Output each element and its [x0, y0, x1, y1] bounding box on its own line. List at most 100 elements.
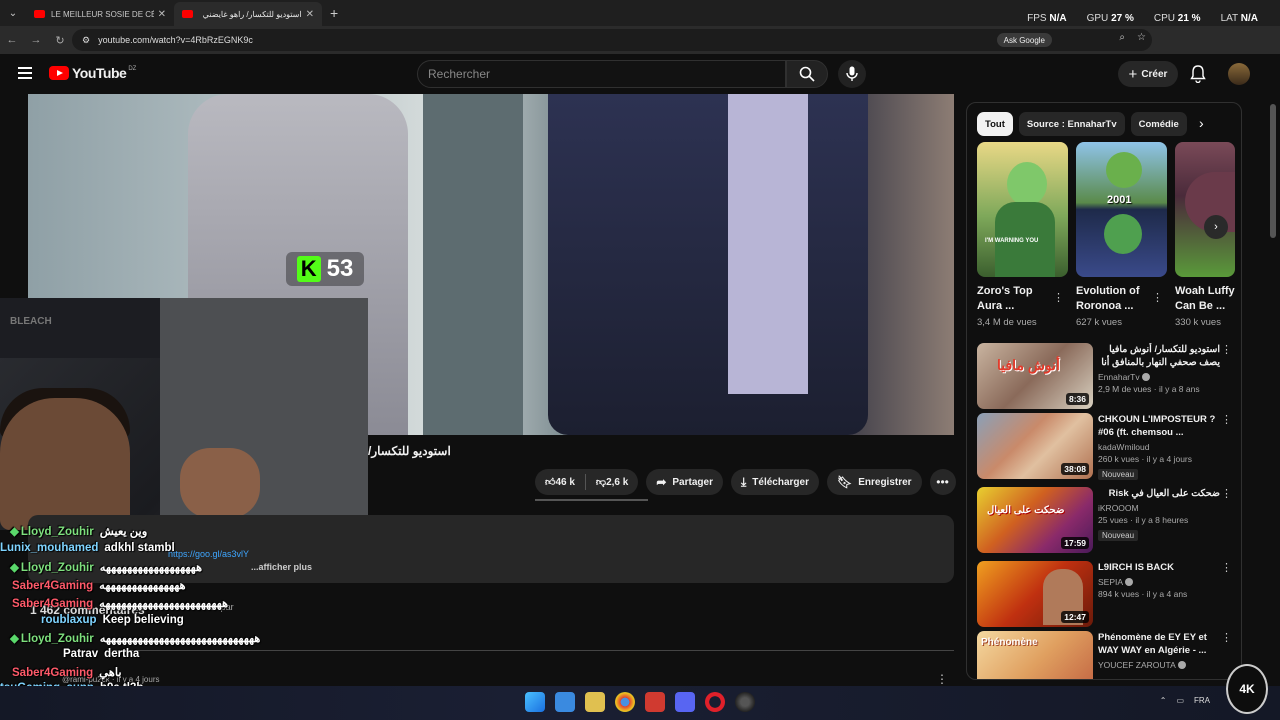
kick-logo-icon: K: [296, 256, 321, 282]
subscriber-badge-icon: ◆: [10, 562, 19, 574]
recommended-video[interactable]: Phénomène Phénomène de EY EY et WAY WAY …: [977, 631, 1237, 679]
new-tab-button[interactable]: +: [330, 5, 338, 21]
short-item[interactable]: Woah Luffy Can Be ... 330 k vues: [1175, 142, 1235, 328]
chrome-icon[interactable]: [615, 692, 635, 712]
close-icon[interactable]: ✕: [306, 9, 314, 20]
back-icon[interactable]: ←: [0, 34, 24, 46]
ask-google-button[interactable]: Ask Google: [996, 33, 1052, 47]
bookmark-star-icon[interactable]: ☆: [1137, 32, 1146, 43]
share-button[interactable]: ➦ Partager: [646, 469, 723, 495]
notifications-bell-icon[interactable]: [1190, 65, 1206, 88]
video-menu-icon[interactable]: ⋮: [1221, 343, 1232, 356]
search-button[interactable]: [786, 60, 828, 88]
video-menu-icon[interactable]: ⋮: [1221, 487, 1232, 500]
opera-icon[interactable]: [705, 692, 725, 712]
description-link[interactable]: https://goo.gl/as3vlY: [168, 549, 249, 559]
video-frame-shirt: [728, 94, 808, 394]
short-thumbnail[interactable]: 2001: [1076, 142, 1167, 277]
video-title[interactable]: CHKOUN L'IMPOSTEUR ? #06 (ft. chemsou ..…: [1098, 413, 1220, 439]
browser-tab-2[interactable]: استوديو للتكسار/ راهو غايضني ✕: [174, 2, 322, 26]
obs-icon[interactable]: [735, 692, 755, 712]
recommended-video[interactable]: أنوش مافيا 8:36 استوديو للتكسار/ أنوش ما…: [977, 343, 1237, 409]
dislike-button[interactable]: 👎︎ 2,6 k: [586, 476, 638, 489]
youtube-header: YouTube DZ Rechercher + Créer: [0, 54, 1280, 94]
short-thumbnail[interactable]: I'M WARNING YOU: [977, 142, 1068, 277]
streamer-webcam-overlay: BLEACH: [0, 298, 368, 530]
verified-icon: [1125, 578, 1134, 586]
recommended-video[interactable]: 12:47 L9IRCH IS BACK SEPIA 894 k vues · …: [977, 561, 1237, 627]
video-menu-icon[interactable]: ⋮: [1221, 631, 1232, 644]
chat-text: باهي: [99, 667, 122, 679]
browser-tab-1[interactable]: LE MEILLEUR SOSIE DE CÉLÉBR ✕: [26, 2, 174, 26]
chat-message: Saber4Gaming باهي: [12, 665, 122, 679]
channel-name[interactable]: YOUCEF ZAROUTA: [1098, 660, 1220, 670]
chevron-right-icon[interactable]: ›: [1199, 115, 1204, 131]
short-title[interactable]: Evolution of Roronoa ...: [1076, 284, 1148, 314]
tray-chevron-icon[interactable]: ⌃: [1160, 696, 1167, 705]
app-icon[interactable]: [645, 692, 665, 712]
folder-icon[interactable]: [585, 692, 605, 712]
short-item[interactable]: I'M WARNING YOU Zoro's Top Aura ... 3,4 …: [977, 142, 1068, 328]
video-title[interactable]: استوديو للتكسار/ أنوش مافيا يصف صحفي الن…: [1098, 343, 1220, 369]
start-icon[interactable]: [525, 692, 545, 712]
discord-icon[interactable]: [675, 692, 695, 712]
menu-icon[interactable]: [18, 67, 32, 79]
video-thumbnail[interactable]: 38:08: [977, 413, 1093, 479]
url-input[interactable]: ⚙ youtube.com/watch?v=4RbRzEGNK9c Ask Go…: [72, 29, 1152, 51]
recommended-video[interactable]: ضحكت على العيال 17:59 ضحكت على العيال في…: [977, 487, 1237, 553]
chip-source[interactable]: Source : EnnaharTv: [1018, 112, 1125, 136]
short-title[interactable]: Woah Luffy Can Be ...: [1175, 284, 1237, 314]
short-menu-icon[interactable]: ⋮: [1053, 291, 1064, 304]
subscriber-badge-icon: ◆: [10, 526, 19, 538]
channel-name[interactable]: EnnaharTv: [1098, 372, 1220, 382]
chip-all[interactable]: Tout: [977, 112, 1013, 136]
video-menu-icon[interactable]: ⋮: [1221, 413, 1232, 426]
channel-name[interactable]: kadaWmiloud: [1098, 442, 1220, 452]
recommended-video[interactable]: 38:08 CHKOUN L'IMPOSTEUR ? #06 (ft. chem…: [977, 413, 1237, 480]
add-comment-input[interactable]: [108, 650, 954, 651]
zoom-icon[interactable]: ⌕: [1119, 32, 1125, 43]
video-title[interactable]: ضحكت على العيال في Risk: [1098, 487, 1220, 500]
video-thumbnail[interactable]: ضحكت على العيال 17:59: [977, 487, 1093, 553]
short-title[interactable]: Zoro's Top Aura ...: [977, 284, 1049, 314]
reload-icon[interactable]: ↻: [48, 34, 72, 47]
account-avatar[interactable]: [1228, 63, 1250, 85]
forward-icon[interactable]: →: [24, 34, 48, 46]
video-thumbnail[interactable]: أنوش مافيا 8:36: [977, 343, 1093, 409]
show-more-button[interactable]: ...afficher plus: [251, 562, 312, 572]
site-info-icon[interactable]: ⚙: [82, 35, 90, 46]
tab-search-button[interactable]: ⌄: [0, 0, 26, 26]
channel-watermark-logo: 4K: [1226, 664, 1268, 714]
shorts-next-button[interactable]: ›: [1204, 215, 1228, 239]
video-menu-icon[interactable]: ⋮: [1221, 561, 1232, 574]
file-explorer-icon[interactable]: [555, 692, 575, 712]
comment-menu-button[interactable]: ⋮: [936, 672, 948, 686]
short-item[interactable]: 2001 Evolution of Roronoa ... 627 k vues…: [1076, 142, 1167, 328]
url-text: youtube.com/watch?v=4RbRzEGNK9c: [98, 35, 253, 45]
like-dislike-group: 👍︎ 46 k 👎︎ 2,6 k: [535, 469, 639, 495]
youtube-logo[interactable]: YouTube DZ: [49, 65, 136, 81]
video-thumbnail[interactable]: Phénomène: [977, 631, 1093, 679]
more-actions-button[interactable]: •••: [929, 469, 956, 495]
video-meta: 260 k vues · il y a 4 jours: [1098, 454, 1193, 464]
create-button[interactable]: + Créer: [1118, 61, 1178, 87]
save-button[interactable]: 🔖︎ Enregistrer: [826, 469, 922, 495]
create-label: Créer: [1141, 68, 1168, 80]
plus-icon: +: [1128, 65, 1138, 83]
voice-search-button[interactable]: [838, 60, 866, 88]
download-button[interactable]: ⤓ Télécharger: [730, 469, 819, 495]
video-title[interactable]: Phénomène de EY EY et WAY WAY en Algérie…: [1098, 631, 1220, 657]
network-icon[interactable]: ▭: [1176, 696, 1184, 705]
short-menu-icon[interactable]: ⋮: [1152, 291, 1163, 304]
video-title[interactable]: L9IRCH IS BACK: [1098, 561, 1220, 574]
video-thumbnail[interactable]: 12:47: [977, 561, 1093, 627]
like-button[interactable]: 👍︎ 46 k: [535, 476, 585, 489]
chip-comedy[interactable]: Comédie: [1130, 112, 1187, 136]
short-thumbnail[interactable]: [1175, 142, 1235, 277]
page-scrollbar[interactable]: [1270, 104, 1276, 238]
close-icon[interactable]: ✕: [158, 9, 166, 20]
language-indicator[interactable]: FRA: [1194, 696, 1210, 705]
channel-name[interactable]: SEPIA: [1098, 577, 1220, 587]
channel-name[interactable]: iKROOOM: [1098, 503, 1220, 513]
search-input[interactable]: Rechercher: [417, 60, 786, 88]
